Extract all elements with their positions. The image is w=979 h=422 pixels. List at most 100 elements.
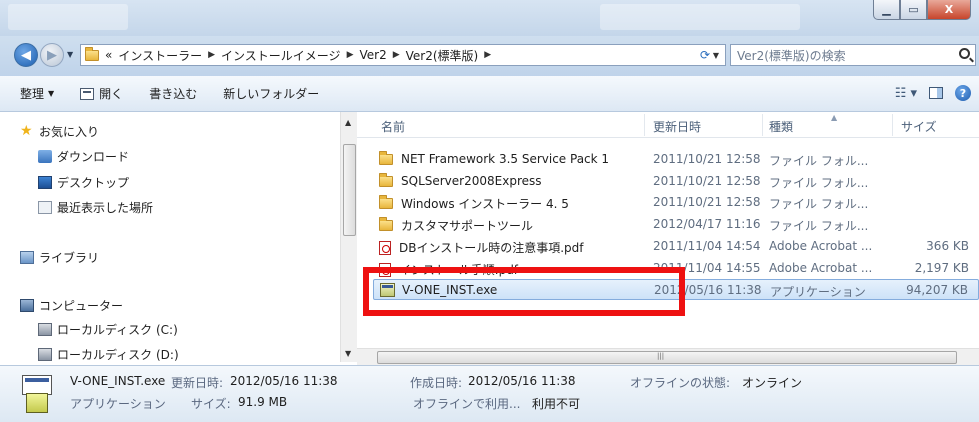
column-header-size[interactable]: サイズ [901, 118, 937, 135]
back-arrow-icon: ◀ [21, 47, 31, 63]
file-date: 2011/11/04 14:54 [653, 239, 761, 253]
file-name: DBインストール時の注意事項.pdf [399, 241, 584, 255]
refresh-icon[interactable]: ⟳ [700, 48, 710, 62]
detail-created-value: 2012/05/16 11:38 [468, 374, 576, 388]
scrollbar-thumb[interactable] [343, 144, 356, 236]
file-date: 2011/10/21 12:58 [653, 152, 761, 166]
file-name-cell: NET Framework 3.5 Service Pack 1 [379, 150, 610, 166]
file-size: 94,207 KB [906, 283, 968, 297]
star-icon: ★ [20, 122, 33, 139]
detail-type: アプリケーション [70, 397, 166, 411]
scroll-down-icon[interactable]: ▼ [345, 349, 351, 358]
nav-item-label: ローカルディスク (D:) [57, 347, 179, 362]
breadcrumb-item[interactable]: Ver2(標準版) [406, 47, 479, 64]
folder-icon [85, 46, 99, 61]
preview-pane-icon[interactable] [929, 87, 943, 99]
folder-icon [379, 195, 393, 209]
file-name: Windows インストーラー 4. 5 [401, 197, 569, 211]
nav-item-label: デスクトップ [57, 175, 130, 190]
nav-item-libraries[interactable]: ライブラリ [20, 248, 99, 266]
maximize-button[interactable]: ▭ [900, 0, 927, 20]
file-size: 2,197 KB [914, 261, 969, 275]
file-size: 366 KB [926, 239, 969, 253]
open-icon [80, 87, 95, 100]
nav-item-favorites[interactable]: ★ お気に入り [20, 122, 99, 140]
column-header-name[interactable]: 名前 [381, 118, 405, 135]
address-dropdown-icon[interactable]: ▼ [713, 51, 719, 60]
column-header-type[interactable]: 種類 [769, 118, 793, 135]
close-button[interactable]: X [927, 0, 971, 20]
nav-item-label: ダウンロード [57, 149, 130, 164]
file-type: ファイル フォル... [769, 197, 869, 211]
column-divider[interactable] [892, 114, 893, 136]
highlight-box [363, 267, 685, 316]
chevron-down-icon: ▼ [48, 89, 55, 98]
detail-offline-status-value: オンライン [742, 376, 803, 390]
nav-item-desktop[interactable]: デスクトップ [38, 173, 129, 191]
title-bar: ▁ ▭ X [0, 0, 979, 36]
file-row[interactable]: NET Framework 3.5 Service Pack 1 2011/10… [373, 149, 979, 170]
chevron-right-icon[interactable]: ▶ [347, 50, 354, 60]
detail-offline-availability-label: オフラインで利用... [413, 397, 521, 411]
chevron-right-icon[interactable]: ▶ [208, 50, 215, 60]
folder-icon [379, 217, 393, 231]
breadcrumb: « インストーラー ▶ インストールイメージ ▶ Ver2 ▶ Ver2(標準版… [105, 47, 497, 64]
burn-label: 書き込む [149, 87, 198, 101]
file-row[interactable]: カスタマサポートツール 2012/04/17 11:16 ファイル フォル... [373, 214, 979, 235]
search-input[interactable]: Ver2(標準版)の検索 [730, 44, 976, 66]
breadcrumb-item[interactable]: インストールイメージ [221, 47, 341, 64]
chevron-right-icon[interactable]: ▶ [484, 50, 491, 60]
sort-ascending-icon: ▲ [831, 113, 838, 122]
pdf-file-icon [379, 240, 391, 255]
local-disk-icon [38, 322, 52, 336]
change-view-icon[interactable]: ☷ ▾ [895, 86, 917, 101]
minimize-button[interactable]: ▁ [873, 0, 900, 20]
file-row[interactable]: Windows インストーラー 4. 5 2011/10/21 12:58 ファ… [373, 192, 979, 213]
navigation-pane: ★ お気に入り ダウンロード デスクトップ 最近表示した場所 ライブラリ コンピ… [0, 112, 340, 362]
nav-item-computer[interactable]: コンピューター [20, 296, 123, 314]
file-date: 2011/10/21 12:58 [653, 174, 761, 188]
nav-item-local-disk-c[interactable]: ローカルディスク (C:) [38, 320, 178, 338]
nav-item-local-disk-d[interactable]: ローカルディスク (D:) [38, 345, 179, 362]
file-row[interactable]: DBインストール時の注意事項.pdf 2011/11/04 14:54 Adob… [373, 236, 979, 257]
blurred-background [600, 4, 800, 30]
file-name-cell: Windows インストーラー 4. 5 [379, 195, 569, 212]
organize-label: 整理 [20, 87, 45, 101]
open-button[interactable]: 開く [80, 85, 123, 102]
breadcrumb-overflow[interactable]: « [105, 48, 112, 62]
nav-item-downloads[interactable]: ダウンロード [38, 147, 129, 165]
organize-button[interactable]: 整理 ▼ [20, 85, 54, 102]
scrollbar-thumb[interactable] [377, 351, 957, 364]
file-name: SQLServer2008Express [401, 174, 542, 188]
scroll-up-icon[interactable]: ▲ [345, 118, 351, 127]
file-row[interactable]: SQLServer2008Express 2011/10/21 12:58 ファ… [373, 171, 979, 192]
nav-item-label: お気に入り [39, 124, 100, 139]
nav-item-label: 最近表示した場所 [57, 200, 154, 215]
file-type: ファイル フォル... [769, 219, 869, 233]
detail-created-label: 作成日時: [410, 376, 463, 390]
navigation-pane-scrollbar[interactable]: ▲ ▼ [340, 112, 357, 362]
nav-item-label: ローカルディスク (C:) [57, 322, 178, 337]
nav-item-label: コンピューター [39, 298, 124, 313]
libraries-icon [20, 250, 34, 264]
file-name: NET Framework 3.5 Service Pack 1 [401, 152, 610, 166]
help-icon[interactable]: ? [955, 85, 971, 101]
detail-size-label: サイズ: [191, 397, 231, 411]
nav-item-recent-places[interactable]: 最近表示した場所 [38, 198, 153, 216]
column-header-date[interactable]: 更新日時 [653, 118, 701, 135]
new-folder-button[interactable]: 新しいフォルダー [223, 85, 319, 102]
burn-button[interactable]: 書き込む [149, 85, 197, 102]
column-divider[interactable] [762, 114, 763, 136]
chevron-right-icon[interactable]: ▶ [393, 50, 400, 60]
search-icon[interactable] [959, 48, 970, 59]
breadcrumb-item[interactable]: Ver2 [359, 48, 386, 62]
forward-button[interactable]: ▶ [40, 43, 64, 67]
address-bar[interactable]: « インストーラー ▶ インストールイメージ ▶ Ver2 ▶ Ver2(標準版… [80, 44, 726, 66]
folder-icon [379, 172, 393, 187]
recent-pages-dropdown[interactable]: ▼ [67, 50, 73, 59]
breadcrumb-item[interactable]: インストーラー [118, 47, 202, 64]
column-divider[interactable] [644, 114, 645, 136]
file-list-horizontal-scrollbar[interactable]: ||| [357, 348, 979, 365]
back-button[interactable]: ◀ [14, 43, 38, 67]
command-bar: 整理 ▼ 開く 書き込む 新しいフォルダー ☷ ▾ ? [0, 76, 979, 112]
